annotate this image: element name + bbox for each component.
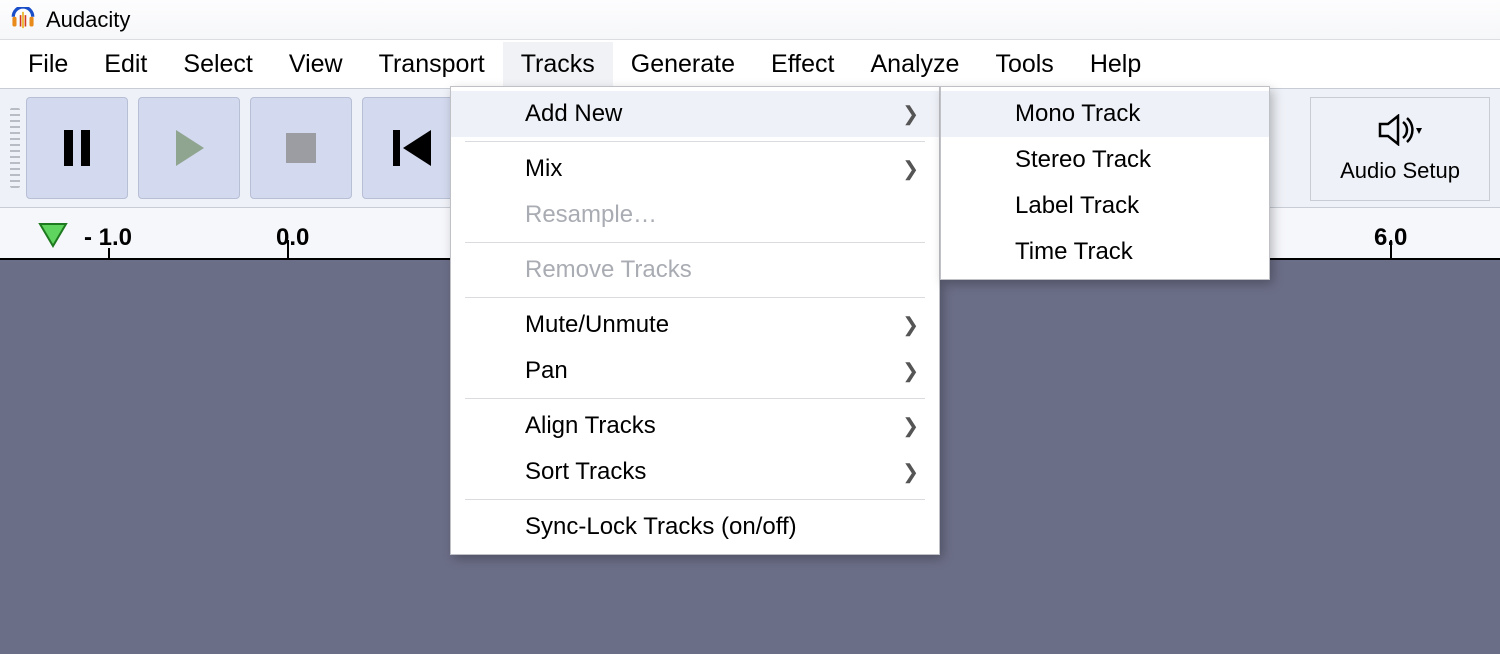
toolbar-grip[interactable] <box>10 108 20 188</box>
menu-resample-label: Resample… <box>525 201 657 229</box>
menu-remove-tracks-label: Remove Tracks <box>525 256 692 284</box>
audio-setup-button[interactable]: Audio Setup <box>1310 97 1490 201</box>
submenu-stereo-track[interactable]: Stereo Track <box>941 137 1269 183</box>
submenu-mono-track[interactable]: Mono Track <box>941 91 1269 137</box>
chevron-right-icon: ❯ <box>902 102 919 127</box>
menu-bar: File Edit Select View Transport Tracks G… <box>0 40 1500 88</box>
menu-add-new[interactable]: Add New ❯ <box>451 91 939 137</box>
audacity-icon <box>10 7 36 33</box>
chevron-right-icon: ❯ <box>902 313 919 338</box>
menu-mute-unmute-label: Mute/Unmute <box>525 311 669 339</box>
menu-mix-label: Mix <box>525 155 562 183</box>
submenu-time-label: Time Track <box>1015 238 1133 266</box>
add-new-submenu: Mono Track Stereo Track Label Track Time… <box>940 86 1270 280</box>
stop-icon <box>286 133 316 163</box>
menu-mix[interactable]: Mix ❯ <box>451 146 939 192</box>
menu-pan-label: Pan <box>525 357 568 385</box>
menu-remove-tracks: Remove Tracks <box>451 247 939 293</box>
menu-tracks[interactable]: Tracks <box>503 42 613 87</box>
stop-button[interactable] <box>250 97 352 199</box>
app-title: Audacity <box>46 7 130 33</box>
menu-separator <box>465 499 925 500</box>
playhead-icon[interactable] <box>38 222 68 254</box>
title-bar: Audacity <box>0 0 1500 40</box>
menu-sync-lock[interactable]: Sync-Lock Tracks (on/off) <box>451 504 939 550</box>
ruler-label-6: 6.0 <box>1374 224 1407 252</box>
menu-separator <box>465 242 925 243</box>
submenu-mono-label: Mono Track <box>1015 100 1140 128</box>
menu-tools[interactable]: Tools <box>977 42 1071 87</box>
menu-mute-unmute[interactable]: Mute/Unmute ❯ <box>451 302 939 348</box>
pause-icon <box>62 130 92 166</box>
menu-resample: Resample… <box>451 192 939 238</box>
tracks-dropdown: Add New ❯ Mix ❯ Resample… Remove Tracks … <box>450 86 940 555</box>
pause-button[interactable] <box>26 97 128 199</box>
menu-select[interactable]: Select <box>165 42 270 87</box>
speaker-icon <box>1378 114 1422 152</box>
menu-analyze[interactable]: Analyze <box>852 42 977 87</box>
menu-pan[interactable]: Pan ❯ <box>451 348 939 394</box>
menu-generate[interactable]: Generate <box>613 42 753 87</box>
submenu-stereo-label: Stereo Track <box>1015 146 1151 174</box>
submenu-label-label: Label Track <box>1015 192 1139 220</box>
chevron-right-icon: ❯ <box>902 460 919 485</box>
menu-sort-tracks-label: Sort Tracks <box>525 458 646 486</box>
menu-align-tracks[interactable]: Align Tracks ❯ <box>451 403 939 449</box>
menu-align-tracks-label: Align Tracks <box>525 412 656 440</box>
menu-separator <box>465 141 925 142</box>
skip-start-icon <box>393 130 433 166</box>
menu-separator <box>465 297 925 298</box>
chevron-right-icon: ❯ <box>902 359 919 384</box>
menu-file[interactable]: File <box>10 42 86 87</box>
menu-sort-tracks[interactable]: Sort Tracks ❯ <box>451 449 939 495</box>
submenu-time-track[interactable]: Time Track <box>941 229 1269 275</box>
menu-transport[interactable]: Transport <box>361 42 503 87</box>
chevron-right-icon: ❯ <box>902 157 919 182</box>
submenu-label-track[interactable]: Label Track <box>941 183 1269 229</box>
chevron-right-icon: ❯ <box>902 414 919 439</box>
ruler-label-0: 0.0 <box>276 224 309 252</box>
menu-edit[interactable]: Edit <box>86 42 165 87</box>
menu-add-new-label: Add New <box>525 100 622 128</box>
menu-effect[interactable]: Effect <box>753 42 852 87</box>
play-icon <box>172 130 206 166</box>
menu-view[interactable]: View <box>271 42 361 87</box>
menu-sync-lock-label: Sync-Lock Tracks (on/off) <box>525 513 797 541</box>
menu-help[interactable]: Help <box>1072 42 1159 87</box>
menu-separator <box>465 398 925 399</box>
skip-start-button[interactable] <box>362 97 464 199</box>
audio-setup-label: Audio Setup <box>1340 158 1460 184</box>
play-button[interactable] <box>138 97 240 199</box>
